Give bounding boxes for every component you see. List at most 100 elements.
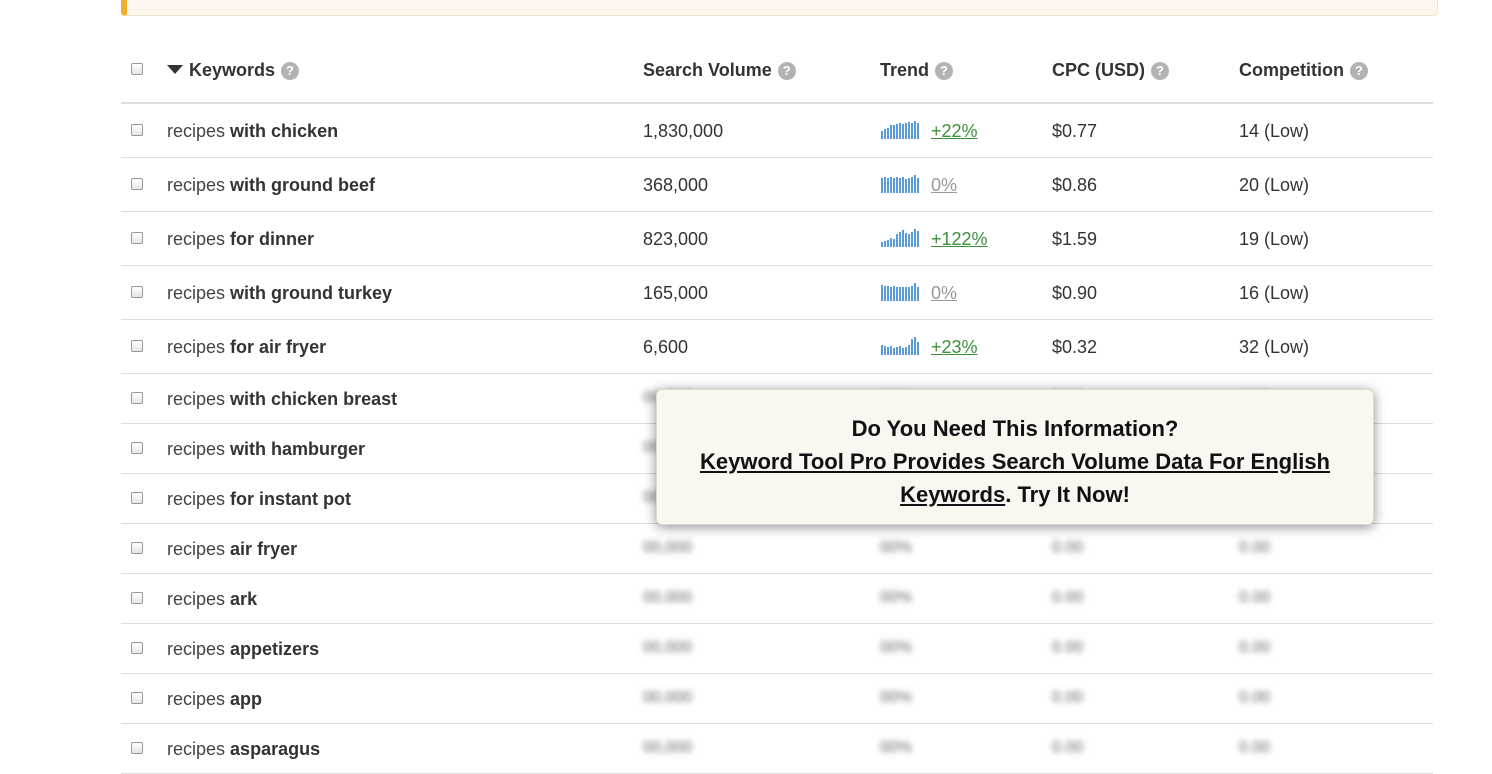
row-checkbox[interactable] xyxy=(131,286,143,298)
sparkline-bar xyxy=(893,125,895,139)
sparkline-bar xyxy=(917,287,919,301)
trend-change-link[interactable]: 0% xyxy=(931,175,957,195)
competition-cell: 19 (Low) xyxy=(1239,229,1310,249)
trend-change-link[interactable]: 0% xyxy=(931,283,957,303)
row-checkbox[interactable] xyxy=(131,124,143,136)
competition-cell: 14 (Low) xyxy=(1239,121,1310,141)
competition-cell: 16 (Low) xyxy=(1239,283,1310,303)
keyword-cell[interactable]: recipes ark xyxy=(167,589,257,610)
keywords-column-header[interactable]: Keywords? xyxy=(167,60,300,81)
sparkline-bar xyxy=(884,129,886,139)
sparkline-bar xyxy=(917,231,919,247)
trend-sparkline xyxy=(881,121,925,139)
sparkline-bar xyxy=(902,124,904,139)
keyword-cell[interactable]: recipes with hamburger xyxy=(167,439,365,460)
popup-cta: . Try It Now! xyxy=(1005,482,1130,507)
sparkline-bar xyxy=(905,179,907,193)
sparkline-bar xyxy=(914,175,916,193)
row-checkbox[interactable] xyxy=(131,340,143,352)
blurred-trend: 00% xyxy=(880,539,913,556)
help-icon[interactable]: ? xyxy=(281,62,300,80)
trend-column-header[interactable]: Trend? xyxy=(880,60,954,81)
sparkline-bar xyxy=(911,123,913,139)
sparkline-bar xyxy=(914,121,916,139)
sort-desc-icon xyxy=(167,65,183,74)
blurred-cpc: 0.00 xyxy=(1052,589,1084,606)
row-checkbox[interactable] xyxy=(131,442,143,454)
keyword-cell[interactable]: recipes for dinner xyxy=(167,229,314,250)
blurred-trend: 00% xyxy=(880,739,913,756)
trend-change-link[interactable]: +22% xyxy=(931,121,978,141)
row-checkbox[interactable] xyxy=(131,492,143,504)
sparkline-bar xyxy=(917,178,919,193)
blurred-volume: 00,000 xyxy=(643,689,692,706)
trend-change-link[interactable]: +23% xyxy=(931,337,978,357)
blurred-competition: 0.00 xyxy=(1239,539,1271,556)
sparkline-bar xyxy=(896,234,898,247)
sparkline-bar xyxy=(896,124,898,139)
sparkline-bar xyxy=(908,122,910,139)
help-icon[interactable]: ? xyxy=(1151,62,1169,80)
sparkline-bar xyxy=(899,178,901,193)
sparkline-bar xyxy=(884,286,886,301)
row-checkbox[interactable] xyxy=(131,642,143,654)
sparkline-bar xyxy=(893,348,895,355)
keyword-cell[interactable]: recipes air fryer xyxy=(167,539,297,560)
sparkline-bar xyxy=(911,339,913,355)
keyword-cell[interactable]: recipes appetizers xyxy=(167,639,319,660)
cpc-cell: $0.32 xyxy=(1052,337,1098,357)
blurred-cpc: 0.00 xyxy=(1052,639,1084,656)
help-icon[interactable]: ? xyxy=(777,62,796,80)
blurred-cpc: 0.00 xyxy=(1052,539,1084,556)
row-checkbox[interactable] xyxy=(131,592,143,604)
help-icon[interactable]: ? xyxy=(935,62,954,80)
trend-change-link[interactable]: +122% xyxy=(931,229,988,249)
sparkline-bar xyxy=(887,128,889,139)
sparkline-bar xyxy=(896,177,898,193)
upgrade-popup: Do You Need This Information? Keyword To… xyxy=(656,389,1374,525)
keyword-cell[interactable]: recipes app xyxy=(167,689,262,710)
trend-sparkline xyxy=(881,283,925,301)
select-all-checkbox[interactable] xyxy=(131,63,143,75)
keyword-cell[interactable]: recipes with ground beef xyxy=(167,175,375,196)
row-checkbox[interactable] xyxy=(131,692,143,704)
sparkline-bar xyxy=(881,345,883,355)
table-row: recipes with ground turkey 165,000 0% $0.90… xyxy=(121,266,1433,320)
sparkline-bar xyxy=(914,337,916,355)
sparkline-bar xyxy=(911,286,913,301)
sparkline-bar xyxy=(911,232,913,247)
notice-banner xyxy=(121,0,1438,16)
search-volume-cell: 1,830,000 xyxy=(643,121,724,141)
sparkline-bar xyxy=(917,342,919,355)
trend-cell: +122% xyxy=(881,229,988,250)
row-checkbox[interactable] xyxy=(131,232,143,244)
table-header: Keywords? Search Volume? Trend? CPC (USD… xyxy=(121,40,1433,104)
cpc-cell: $1.59 xyxy=(1052,229,1098,249)
blurred-competition: 0.00 xyxy=(1239,639,1271,656)
keyword-cell[interactable]: recipes with ground turkey xyxy=(167,283,392,304)
keyword-cell[interactable]: recipes for instant pot xyxy=(167,489,351,510)
search-volume-column-header[interactable]: Search Volume? xyxy=(643,60,796,81)
row-checkbox[interactable] xyxy=(131,742,143,754)
blurred-volume: 00,000 xyxy=(643,539,692,556)
keyword-cell[interactable]: recipes for air fryer xyxy=(167,337,326,358)
cpc-column-header[interactable]: CPC (USD)? xyxy=(1052,60,1169,81)
sparkline-bar xyxy=(893,239,895,247)
row-checkbox[interactable] xyxy=(131,178,143,190)
sparkline-bar xyxy=(902,230,904,247)
keyword-cell[interactable]: recipes with chicken breast xyxy=(167,389,397,410)
sparkline-bar xyxy=(890,346,892,355)
blurred-volume: 00,000 xyxy=(643,639,692,656)
sparkline-bar xyxy=(908,234,910,247)
sparkline-bar xyxy=(887,178,889,193)
row-checkbox[interactable] xyxy=(131,542,143,554)
keyword-cell[interactable]: recipes with chicken xyxy=(167,121,338,142)
competition-column-header[interactable]: Competition? xyxy=(1239,60,1368,81)
sparkline-bar xyxy=(905,233,907,247)
sparkline-bar xyxy=(911,177,913,193)
blurred-competition: 0.00 xyxy=(1239,689,1271,706)
keyword-cell[interactable]: recipes asparagus xyxy=(167,739,320,760)
row-checkbox[interactable] xyxy=(131,392,143,404)
trend-cell: 0% xyxy=(881,175,957,196)
help-icon[interactable]: ? xyxy=(1350,62,1368,80)
